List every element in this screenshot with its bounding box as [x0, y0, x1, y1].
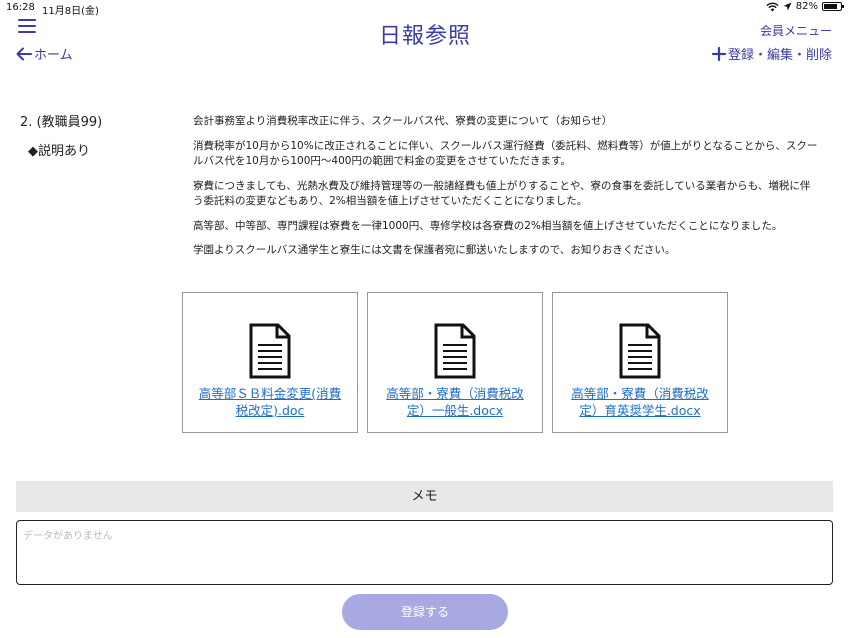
- attachment-filename-link[interactable]: 高等部ＳＢ料金変更(消費税改定).doc: [195, 385, 345, 419]
- battery-fill: [824, 4, 837, 9]
- document-icon: [619, 323, 661, 379]
- report-paragraph: 消費税率が10月から10%に改正されることに伴い、スクールバス運行経費（委託料、…: [193, 139, 818, 168]
- report-paragraph: 寮費につきましても、光熱水費及び維持管理等の一般諸経費も値上がりすることや、寮の…: [193, 179, 811, 208]
- report-paragraph: 会計事務室より消費税率改正に伴う、スクールバス代、寮費の変更について（お知らせ）: [193, 115, 613, 127]
- location-icon: [783, 2, 792, 11]
- status-time: 16:28: [6, 2, 35, 13]
- report-author: 2. (教職員99): [20, 115, 103, 130]
- attachment-card[interactable]: 高等部・寮費（消費税改定）育英奨学生.docx: [552, 292, 728, 433]
- navbar: 日報参照 会員メニュー ホーム 登録・編集・削除: [0, 14, 850, 70]
- memo-header: メモ: [16, 481, 833, 512]
- report-paragraph: 高等部、中等部、専門課程は寮費を一律1000円、専修学校は各寮費の2%相当額を値…: [193, 219, 783, 232]
- submit-button[interactable]: 登録する: [342, 594, 508, 630]
- register-edit-delete-link[interactable]: 登録・編集・削除: [711, 44, 832, 63]
- attachment-filename-link[interactable]: 高等部・寮費（消費税改定）一般生.docx: [380, 385, 530, 419]
- document-icon: [434, 323, 476, 379]
- attachment-list: 高等部ＳＢ料金変更(消費税改定).doc 高等部・寮費（消費税改定）一般生.do…: [182, 292, 728, 433]
- plus-icon: [711, 46, 726, 61]
- memo-field[interactable]: データがありません: [16, 520, 833, 585]
- attachment-filename-link[interactable]: 高等部・寮費（消費税改定）育英奨学生.docx: [565, 385, 715, 419]
- document-icon: [249, 323, 291, 379]
- report-paragraph: 学園よりスクールバス通学生と寮生には文書を保護者宛に郵送いたしますので、お知りお…: [193, 244, 676, 256]
- attachment-card[interactable]: 高等部・寮費（消費税改定）一般生.docx: [367, 292, 543, 433]
- battery-icon: [822, 2, 844, 11]
- home-link[interactable]: ホーム: [16, 44, 73, 63]
- battery-percent: 82%: [795, 1, 818, 12]
- register-link-label: 登録・編集・削除: [727, 48, 832, 63]
- report-content: 会計事務室より消費税率改正に伴う、スクールバス代、寮費の変更について（お知らせ）…: [193, 114, 818, 268]
- report-meta: 2. (教職員99) ◆説明あり: [20, 111, 102, 159]
- arrow-left-icon: [16, 47, 32, 60]
- attachment-card[interactable]: 高等部ＳＢ料金変更(消費税改定).doc: [182, 292, 358, 433]
- report-status: ◆説明あり: [28, 144, 90, 159]
- wifi-icon: [766, 2, 779, 11]
- status-right: 82%: [766, 1, 844, 12]
- member-menu-link[interactable]: 会員メニュー: [760, 22, 832, 39]
- home-link-label: ホーム: [34, 48, 73, 63]
